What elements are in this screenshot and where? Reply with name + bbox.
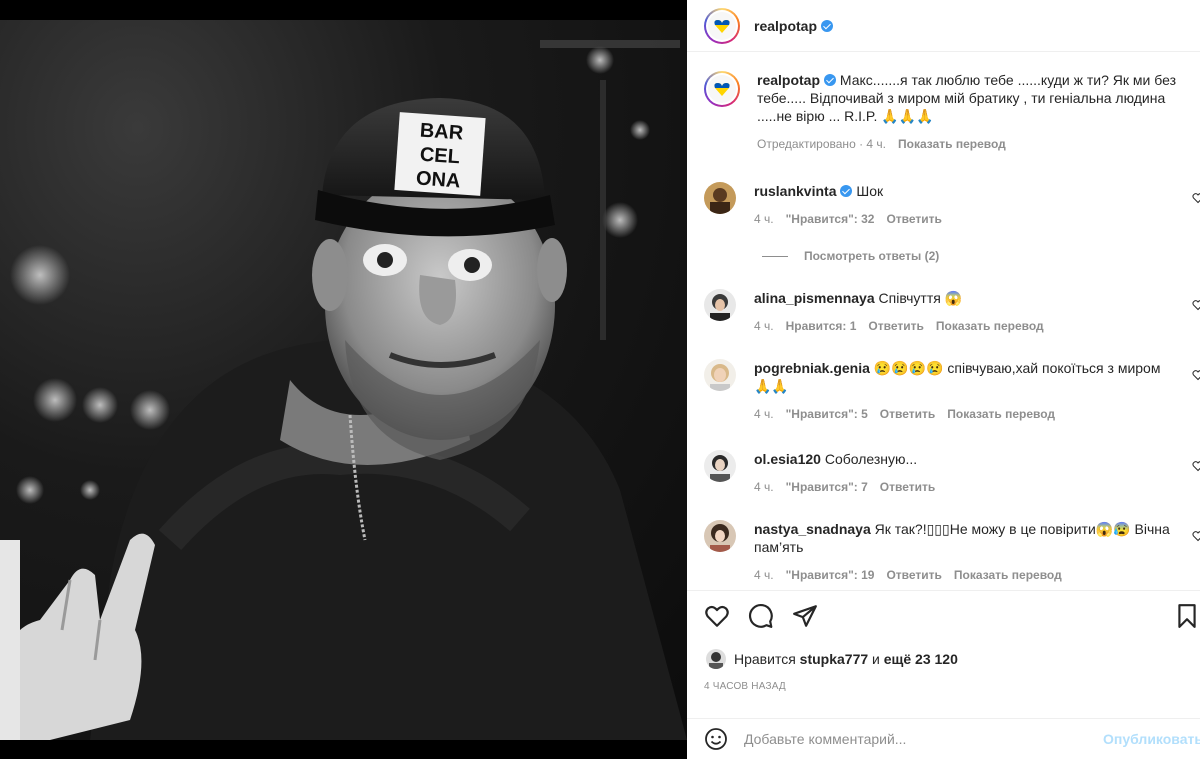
translate-link[interactable]: Показать перевод	[954, 566, 1062, 584]
comment-likes[interactable]: "Нравится": 5	[786, 405, 868, 423]
svg-text:CEL: CEL	[419, 144, 460, 169]
reply-button[interactable]: Ответить	[886, 566, 941, 584]
ukraine-heart-icon	[714, 19, 730, 33]
view-replies-button[interactable]: Посмотреть ответы (2)	[762, 249, 939, 263]
commenter-avatar[interactable]	[704, 359, 736, 391]
translate-link[interactable]: Показать перевод	[947, 405, 1055, 423]
caption-username[interactable]: realpotap	[757, 72, 820, 88]
post-caption: realpotap Макс.......я так люблю тебе ..…	[704, 71, 1200, 153]
commenter-username[interactable]: alina_pismennaya	[754, 290, 875, 306]
caption-author-avatar[interactable]	[704, 71, 740, 107]
reply-button[interactable]: Ответить	[880, 478, 935, 496]
commenter-avatar[interactable]	[704, 520, 736, 552]
add-comment-bar: Опубликовать	[687, 718, 1200, 759]
commenter-username[interactable]: ol.esia120	[754, 451, 821, 467]
post-sidebar: realpotap realpotap Макс.......я так люб…	[687, 0, 1200, 759]
comment-item: pogrebniak.genia 😢😢😢😢 співчуваю,хай поко…	[704, 359, 1200, 423]
like-comment-icon[interactable]	[1192, 369, 1200, 381]
comment-time[interactable]: 4 ч.	[754, 405, 774, 423]
commenter-username[interactable]: ruslankvinta	[754, 183, 836, 199]
author-avatar[interactable]	[704, 7, 740, 44]
comment-input[interactable]	[744, 731, 1084, 747]
comment-time[interactable]: 4 ч.	[754, 210, 774, 228]
reply-button[interactable]: Ответить	[886, 210, 941, 228]
likes-middle: и	[872, 651, 880, 667]
comment-likes[interactable]: "Нравится": 19	[786, 566, 875, 584]
emoji-icon[interactable]	[704, 727, 728, 751]
publish-button[interactable]: Опубликовать	[1103, 731, 1200, 747]
bookmark-icon[interactable]	[1174, 603, 1200, 629]
likes-summary: Нравится stupka777 и ещё 23 120	[706, 649, 958, 669]
ukraine-heart-icon	[714, 83, 730, 96]
comment-time[interactable]: 4 ч.	[754, 317, 774, 335]
like-comment-icon[interactable]	[1192, 530, 1200, 542]
post-photo[interactable]: BAR CEL ONA	[0, 20, 687, 740]
comment-likes[interactable]: "Нравится": 7	[786, 478, 868, 496]
commenter-avatar[interactable]	[704, 289, 736, 321]
liker-avatar[interactable]	[706, 649, 726, 669]
view-replies-label[interactable]: Посмотреть ответы (2)	[804, 249, 939, 263]
commenter-username[interactable]: pogrebniak.genia	[754, 360, 870, 376]
svg-text:ONA: ONA	[415, 167, 461, 192]
like-comment-icon[interactable]	[1192, 299, 1200, 311]
svg-text:BAR: BAR	[419, 120, 464, 145]
comment-text: Шок	[856, 183, 884, 199]
commenter-avatar[interactable]	[704, 450, 736, 482]
comment-icon[interactable]	[748, 603, 774, 629]
comment-text: Співчуття 😱	[878, 290, 963, 306]
reply-button[interactable]: Ответить	[880, 405, 935, 423]
verified-icon	[821, 19, 834, 32]
reply-button[interactable]: Ответить	[868, 317, 923, 335]
likes-count[interactable]: ещё 23 120	[884, 651, 958, 667]
comment-text: Соболезную...	[824, 451, 918, 467]
translate-link[interactable]: Показать перевод	[936, 317, 1044, 335]
comment-item: nastya_snadnaya Як так?!▯▯▯Не можу в це …	[704, 520, 1200, 584]
comment-likes[interactable]: Нравится: 1	[786, 317, 857, 335]
replies-divider	[762, 255, 788, 257]
verified-icon	[840, 185, 853, 197]
comment-item: ruslankvinta Шок 4 ч. "Нравится": 32 Отв…	[704, 182, 1200, 228]
commenter-avatar[interactable]	[704, 182, 736, 214]
like-comment-icon[interactable]	[1192, 192, 1200, 204]
translate-link[interactable]: Показать перевод	[898, 135, 1006, 153]
post-photo-pane: BAR CEL ONA	[0, 0, 687, 759]
like-comment-icon[interactable]	[1192, 460, 1200, 472]
share-icon[interactable]	[792, 603, 818, 629]
edited-label: Отредактировано · 4 ч.	[757, 137, 886, 151]
comment-time[interactable]: 4 ч.	[754, 478, 774, 496]
like-icon[interactable]	[704, 603, 730, 629]
comments-list: realpotap Макс.......я так люблю тебе ..…	[687, 53, 1200, 590]
post-header: realpotap	[687, 0, 1200, 52]
likes-prefix: Нравится	[734, 651, 796, 667]
verified-icon	[824, 74, 837, 86]
comment-time[interactable]: 4 ч.	[754, 566, 774, 584]
comment-likes[interactable]: "Нравится": 32	[786, 210, 875, 228]
author-username[interactable]: realpotap	[754, 18, 817, 34]
liker-username[interactable]: stupka777	[800, 651, 868, 667]
comment-item: alina_pismennaya Співчуття 😱 4 ч. Нравит…	[704, 289, 1200, 335]
post-actions: Нравится stupka777 и ещё 23 120 4 ЧАСОВ …	[687, 590, 1200, 718]
commenter-username[interactable]: nastya_snadnaya	[754, 521, 871, 537]
comment-item: ol.esia120 Соболезную... 4 ч. "Нравится"…	[704, 450, 1200, 496]
post-timestamp[interactable]: 4 ЧАСОВ НАЗАД	[704, 681, 786, 692]
